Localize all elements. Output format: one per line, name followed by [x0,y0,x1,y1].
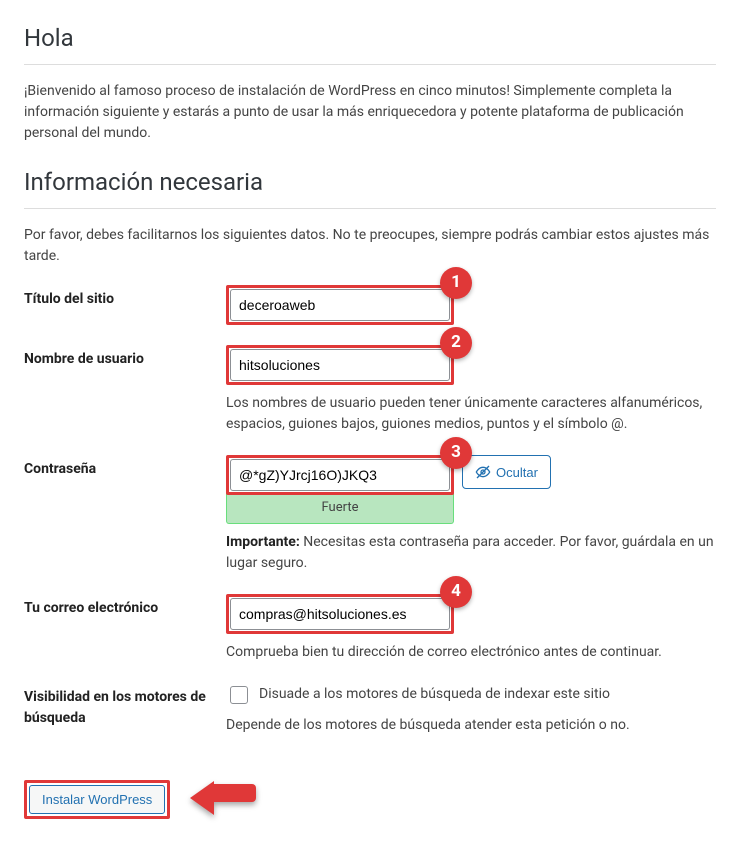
password-important-text: Importante: Necesitas esta contraseña pa… [226,532,716,574]
password-label: Contraseña [24,455,226,480]
annotation-badge-4: 4 [440,576,472,608]
eye-slash-icon [475,464,491,480]
password-input[interactable] [230,459,450,491]
site-title-input[interactable] [230,289,450,321]
visibility-checkbox-label: Disuade a los motores de búsqueda de ind… [259,684,610,705]
hide-password-label: Ocultar [496,465,538,480]
site-title-label: Título del sitio [24,285,226,310]
email-input[interactable] [230,598,450,630]
section-heading: Información necesaria [24,164,716,200]
email-help-text: Comprueba bien tu dirección de correo el… [226,642,716,663]
annotation-badge-2: 2 [440,327,472,359]
visibility-label: Visibilidad en los motores de búsqueda [24,683,226,729]
email-label: Tu correo electrónico [24,594,226,619]
username-input[interactable] [230,349,450,381]
greeting-heading: Hola [24,20,716,56]
divider [24,64,716,65]
section-paragraph: Por favor, debes facilitarnos los siguie… [24,225,716,267]
hide-password-button[interactable]: Ocultar [462,455,551,489]
search-visibility-checkbox[interactable] [230,686,248,704]
username-label: Nombre de usuario [24,345,226,370]
annotation-arrow-icon [190,781,256,815]
divider [24,208,716,209]
annotation-badge-1: 1 [440,267,472,299]
password-strength-meter: Fuerte [226,493,454,524]
visibility-help-text: Depende de los motores de búsqueda atend… [226,715,716,736]
install-wordpress-button[interactable]: Instalar WordPress [29,785,165,814]
greeting-paragraph: ¡Bienvenido al famoso proceso de instala… [24,81,716,144]
annotation-badge-3: 3 [440,437,472,469]
username-help-text: Los nombres de usuario pueden tener únic… [226,393,716,435]
